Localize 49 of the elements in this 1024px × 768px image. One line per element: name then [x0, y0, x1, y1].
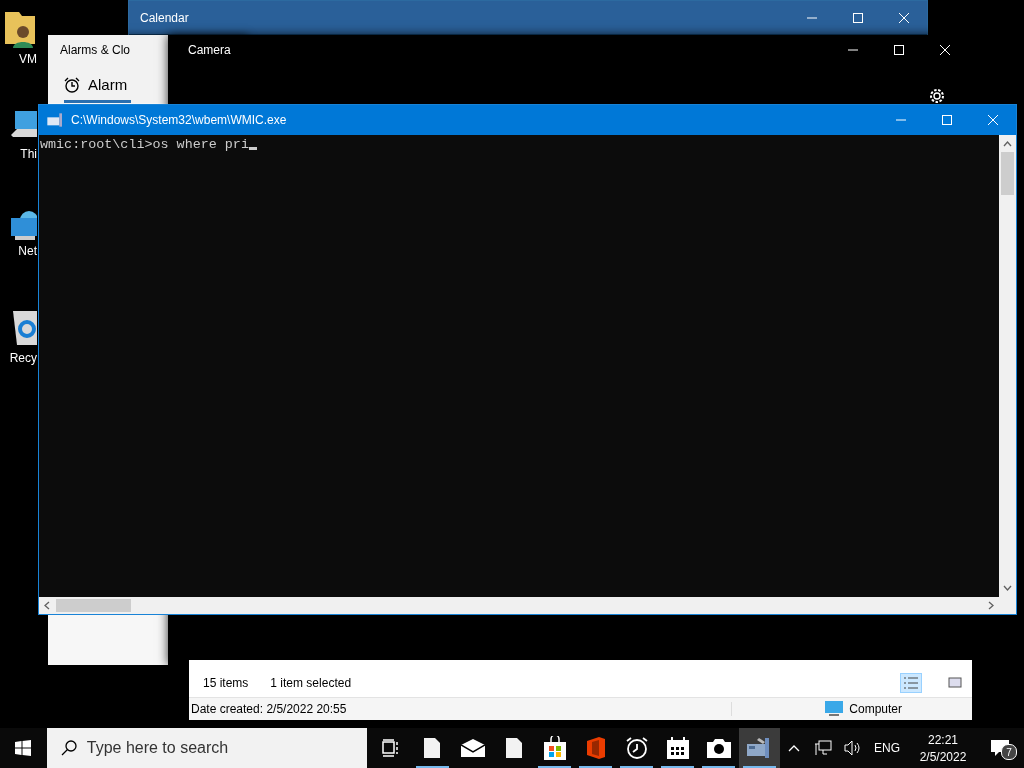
user-folder-icon [3, 10, 37, 48]
window-title: C:\Windows\System32\wbem\WMIC.exe [71, 113, 288, 127]
window-title: Camera [187, 43, 232, 57]
close-icon [899, 12, 909, 23]
console-tools-icon [47, 112, 65, 128]
selection-count: 1 item selected [270, 675, 352, 690]
document-icon [506, 738, 522, 758]
settings-icon[interactable] [928, 87, 946, 105]
maximize-icon [853, 12, 863, 23]
desktop-icon-label[interactable]: Thi [20, 147, 37, 161]
details-view-icon[interactable] [900, 672, 922, 693]
window-title: Alarms & Clo [60, 43, 130, 57]
search-icon [60, 740, 77, 756]
alarm-clock-icon [64, 76, 80, 93]
office-icon [586, 737, 605, 759]
vertical-scrollbar[interactable] [999, 135, 1016, 597]
clock[interactable]: 22:21 2/5/2022 [910, 732, 976, 764]
envelope-icon [461, 739, 486, 757]
desktop-icon-label[interactable]: VM [19, 52, 37, 66]
network-icon[interactable] [814, 740, 832, 756]
desktop-icon-label[interactable]: Net [18, 244, 37, 258]
start-icon [15, 740, 32, 756]
calendar-icon [666, 737, 689, 759]
location-label: Computer [848, 702, 903, 717]
network-icon [11, 208, 37, 240]
document-icon [424, 738, 441, 758]
task-view-icon [382, 739, 401, 757]
details-text: Date created: 2/5/2022 20:55 [189, 702, 732, 717]
notification-badge: 7 [1001, 744, 1017, 760]
window-title: Calendar [139, 10, 190, 25]
close-icon [988, 115, 998, 125]
monitor-icon [825, 701, 844, 718]
shopping-bag-icon [543, 736, 566, 760]
maximize-icon [894, 45, 904, 55]
speaker-icon[interactable] [844, 740, 862, 756]
alarm-clock-icon [624, 736, 649, 760]
maximize-icon [942, 115, 952, 125]
language-indicator[interactable]: ENG [874, 741, 900, 755]
close-icon [940, 45, 950, 55]
chevron-up-icon[interactable] [788, 744, 800, 752]
camera-icon [706, 738, 731, 758]
console-line: wmic:root\cli>os where pri [40, 137, 249, 152]
search-field[interactable]: Type here to search [46, 728, 367, 768]
scrollbar-thumb[interactable] [56, 599, 131, 612]
scrollbar-thumb[interactable] [1001, 152, 1014, 195]
horizontal-scrollbar[interactable] [39, 597, 999, 614]
text-cursor [248, 147, 257, 150]
desktop-icon-label[interactable]: Recy [9, 351, 37, 365]
item-count: 15 items [203, 675, 249, 690]
